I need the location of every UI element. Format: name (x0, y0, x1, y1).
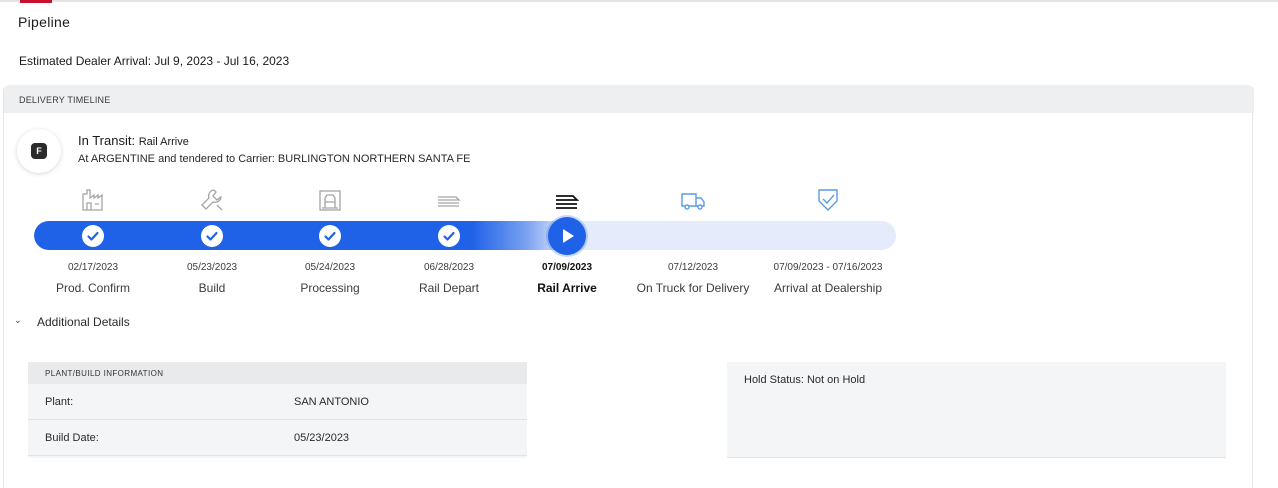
active-tab-indicator (20, 0, 52, 3)
step-date: 07/12/2023 (667, 262, 719, 273)
step-date-current: 07/09/2023 (541, 262, 593, 273)
step-node-done[interactable] (82, 225, 104, 247)
rail-arrive-icon (553, 186, 581, 214)
step-icons-row (0, 186, 1278, 214)
hold-status-panel: Hold Status: Not on Hold (727, 362, 1226, 458)
wrench-icon (198, 186, 226, 214)
chevron-down-icon: ⌄ (14, 315, 22, 325)
step-label: Processing (300, 281, 360, 295)
plant-build-panel: PLANT/BUILD INFORMATION Plant: SAN ANTON… (28, 362, 527, 458)
factory-icon (79, 186, 107, 214)
step-node-done[interactable] (319, 225, 341, 247)
plant-row: Build Date: 05/23/2023 (28, 420, 527, 456)
status-title: In Transit: Rail Arrive (78, 133, 189, 148)
step-label-current: Rail Arrive (537, 281, 597, 295)
step-label: Build (198, 281, 226, 295)
step-label: Rail Depart (418, 281, 480, 295)
plant-row-label: Build Date: (45, 432, 99, 444)
progress-fill (34, 221, 569, 250)
truck-icon (679, 186, 707, 214)
status-detail: At ARGENTINE and tendered to Carrier: BU… (78, 153, 471, 165)
shield-check-icon (814, 186, 842, 214)
plant-row: Plant: SAN ANTONIO (28, 384, 527, 420)
status-badge: F (17, 129, 61, 173)
timeline-header-label: DELIVERY TIMELINE (19, 95, 111, 105)
step-node-done[interactable] (201, 225, 223, 247)
plant-panel-title: PLANT/BUILD INFORMATION (45, 369, 164, 378)
step-date: 02/17/2023 (67, 262, 119, 273)
status-stage: Rail Arrive (138, 136, 189, 148)
step-node-current[interactable] (548, 217, 586, 255)
step-date: 05/24/2023 (304, 262, 356, 273)
estimated-arrival: Estimated Dealer Arrival: Jul 9, 2023 - … (19, 54, 290, 68)
status-prefix: In Transit: (78, 133, 136, 148)
plant-panel-header: PLANT/BUILD INFORMATION (28, 362, 527, 384)
step-date: 06/28/2023 (423, 262, 475, 273)
plant-row-value: SAN ANTONIO (294, 396, 369, 408)
hold-status-text: Hold Status: Not on Hold (744, 374, 866, 386)
step-date: 07/09/2023 - 07/16/2023 (773, 262, 883, 273)
step-label: Prod. Confirm (55, 281, 131, 295)
progress-track (34, 221, 896, 250)
step-date: 05/23/2023 (186, 262, 238, 273)
step-label: On Truck for Delivery (636, 281, 750, 295)
plant-row-label: Plant: (45, 396, 74, 408)
plant-row-value: 05/23/2023 (294, 432, 350, 444)
step-label: Arrival at Dealership (773, 281, 883, 295)
additional-details-label: Additional Details (37, 315, 130, 329)
status-letter-icon: F (31, 143, 47, 159)
top-rule (0, 0, 1278, 2)
page-title: Pipeline (18, 14, 71, 30)
rail-depart-icon (435, 186, 463, 214)
step-node-done[interactable] (438, 225, 460, 247)
timeline-header: DELIVERY TIMELINE (4, 85, 1254, 113)
processing-icon (316, 186, 344, 214)
